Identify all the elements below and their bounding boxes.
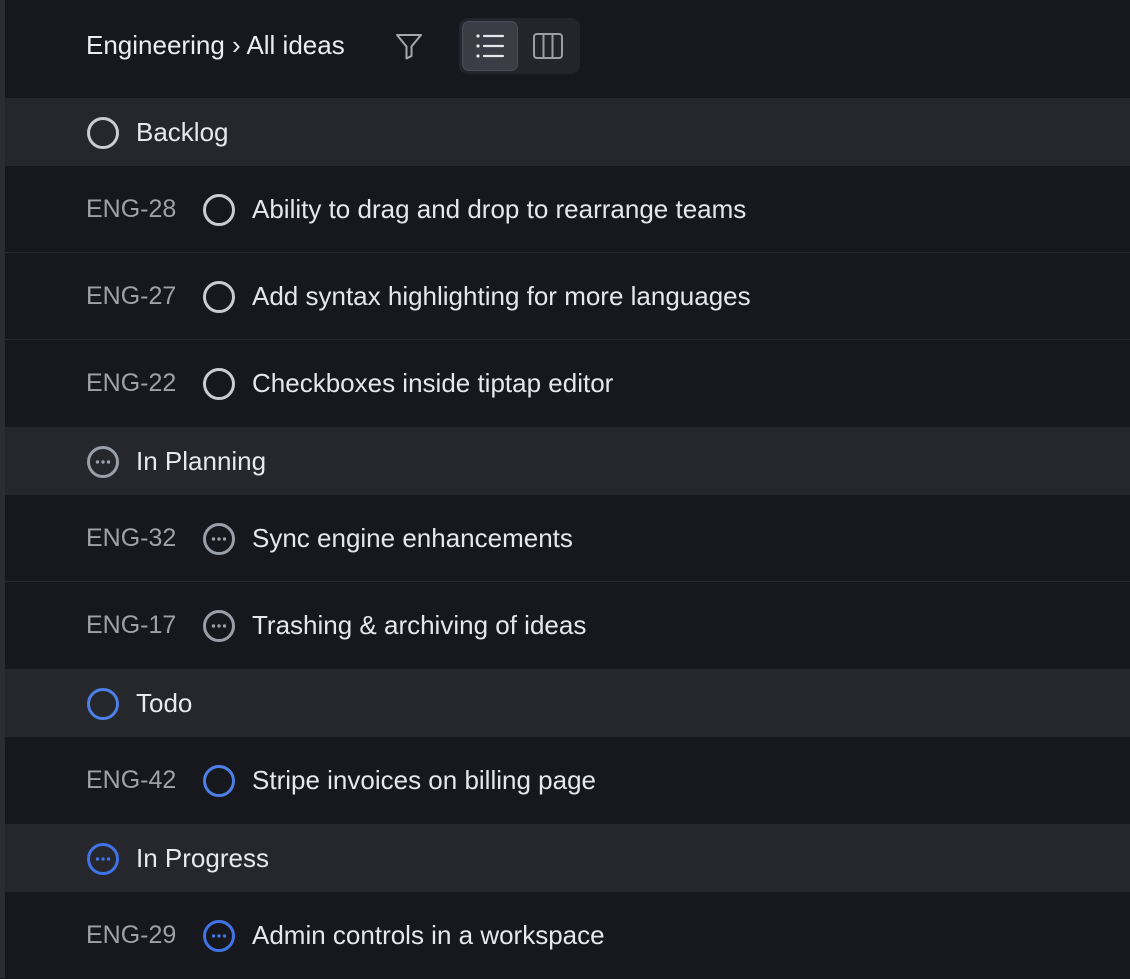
filter-icon	[393, 30, 425, 62]
group-label: Todo	[136, 688, 193, 718]
status-todo-icon	[86, 687, 120, 721]
idea-title: Add syntax highlighting for more languag…	[252, 281, 751, 311]
idea-row[interactable]: ENG-17 Trashing & archiving of ideas	[5, 582, 1130, 669]
status-backlog-icon	[202, 367, 236, 401]
status-in-planning-icon	[202, 609, 236, 643]
toolbar: Engineering › All ideas	[5, 0, 1130, 98]
idea-id: ENG-28	[86, 195, 177, 223]
list-view-icon	[475, 33, 505, 59]
status-in-progress-icon	[202, 919, 236, 953]
idea-id: ENG-17	[86, 611, 177, 639]
status-button[interactable]	[202, 764, 236, 798]
status-button[interactable]	[202, 522, 236, 556]
idea-row[interactable]: ENG-28 Ability to drag and drop to rearra…	[5, 166, 1130, 253]
app-frame: Engineering › All ideas Backlog ENG-28 A…	[0, 0, 1130, 979]
idea-id: ENG-32	[86, 524, 177, 552]
idea-title: Stripe invoices on billing page	[252, 765, 596, 795]
group-header-in-progress[interactable]: In Progress	[5, 824, 1130, 892]
idea-title: Admin controls in a workspace	[252, 920, 605, 950]
board-view-button[interactable]	[520, 21, 576, 71]
idea-row[interactable]: ENG-22 Checkboxes inside tiptap editor	[5, 340, 1130, 427]
idea-title: Trashing & archiving of ideas	[252, 610, 587, 640]
group-header-todo[interactable]: Todo	[5, 669, 1130, 737]
idea-title: Checkboxes inside tiptap editor	[252, 368, 614, 398]
idea-title: Sync engine enhancements	[252, 523, 573, 553]
status-todo-icon	[202, 764, 236, 798]
status-button[interactable]	[202, 280, 236, 314]
group-label: In Progress	[136, 843, 269, 873]
filter-button[interactable]	[391, 28, 427, 64]
status-button[interactable]	[202, 919, 236, 953]
idea-id: ENG-27	[86, 282, 177, 310]
view-switcher	[459, 18, 580, 74]
idea-title: Ability to drag and drop to rearrange te…	[252, 194, 747, 224]
status-backlog-icon	[202, 280, 236, 314]
status-button[interactable]	[202, 367, 236, 401]
status-in-planning-icon	[86, 445, 120, 479]
idea-id: ENG-22	[86, 369, 177, 397]
group-label: Backlog	[136, 117, 229, 147]
status-in-progress-icon	[86, 842, 120, 876]
status-button[interactable]	[202, 193, 236, 227]
idea-id: ENG-42	[86, 766, 177, 794]
group-header-backlog[interactable]: Backlog	[5, 98, 1130, 166]
group-header-in-planning[interactable]: In Planning	[5, 427, 1130, 495]
status-backlog-icon	[86, 116, 120, 150]
idea-id: ENG-29	[86, 921, 177, 949]
idea-row[interactable]: ENG-42 Stripe invoices on billing page	[5, 737, 1130, 824]
idea-row[interactable]: ENG-29 Admin controls in a workspace	[5, 892, 1130, 979]
ideas-list: Backlog ENG-28 Ability to drag and drop to…	[5, 98, 1130, 979]
status-backlog-icon	[202, 193, 236, 227]
board-view-icon	[532, 32, 564, 60]
breadcrumb[interactable]: Engineering › All ideas	[86, 30, 345, 61]
list-view-button[interactable]	[462, 21, 518, 71]
status-in-planning-icon	[202, 522, 236, 556]
group-label: In Planning	[136, 446, 267, 476]
status-button[interactable]	[202, 609, 236, 643]
idea-row[interactable]: ENG-32 Sync engine enhancements	[5, 495, 1130, 582]
idea-row[interactable]: ENG-27 Add syntax highlighting for more l…	[5, 253, 1130, 340]
